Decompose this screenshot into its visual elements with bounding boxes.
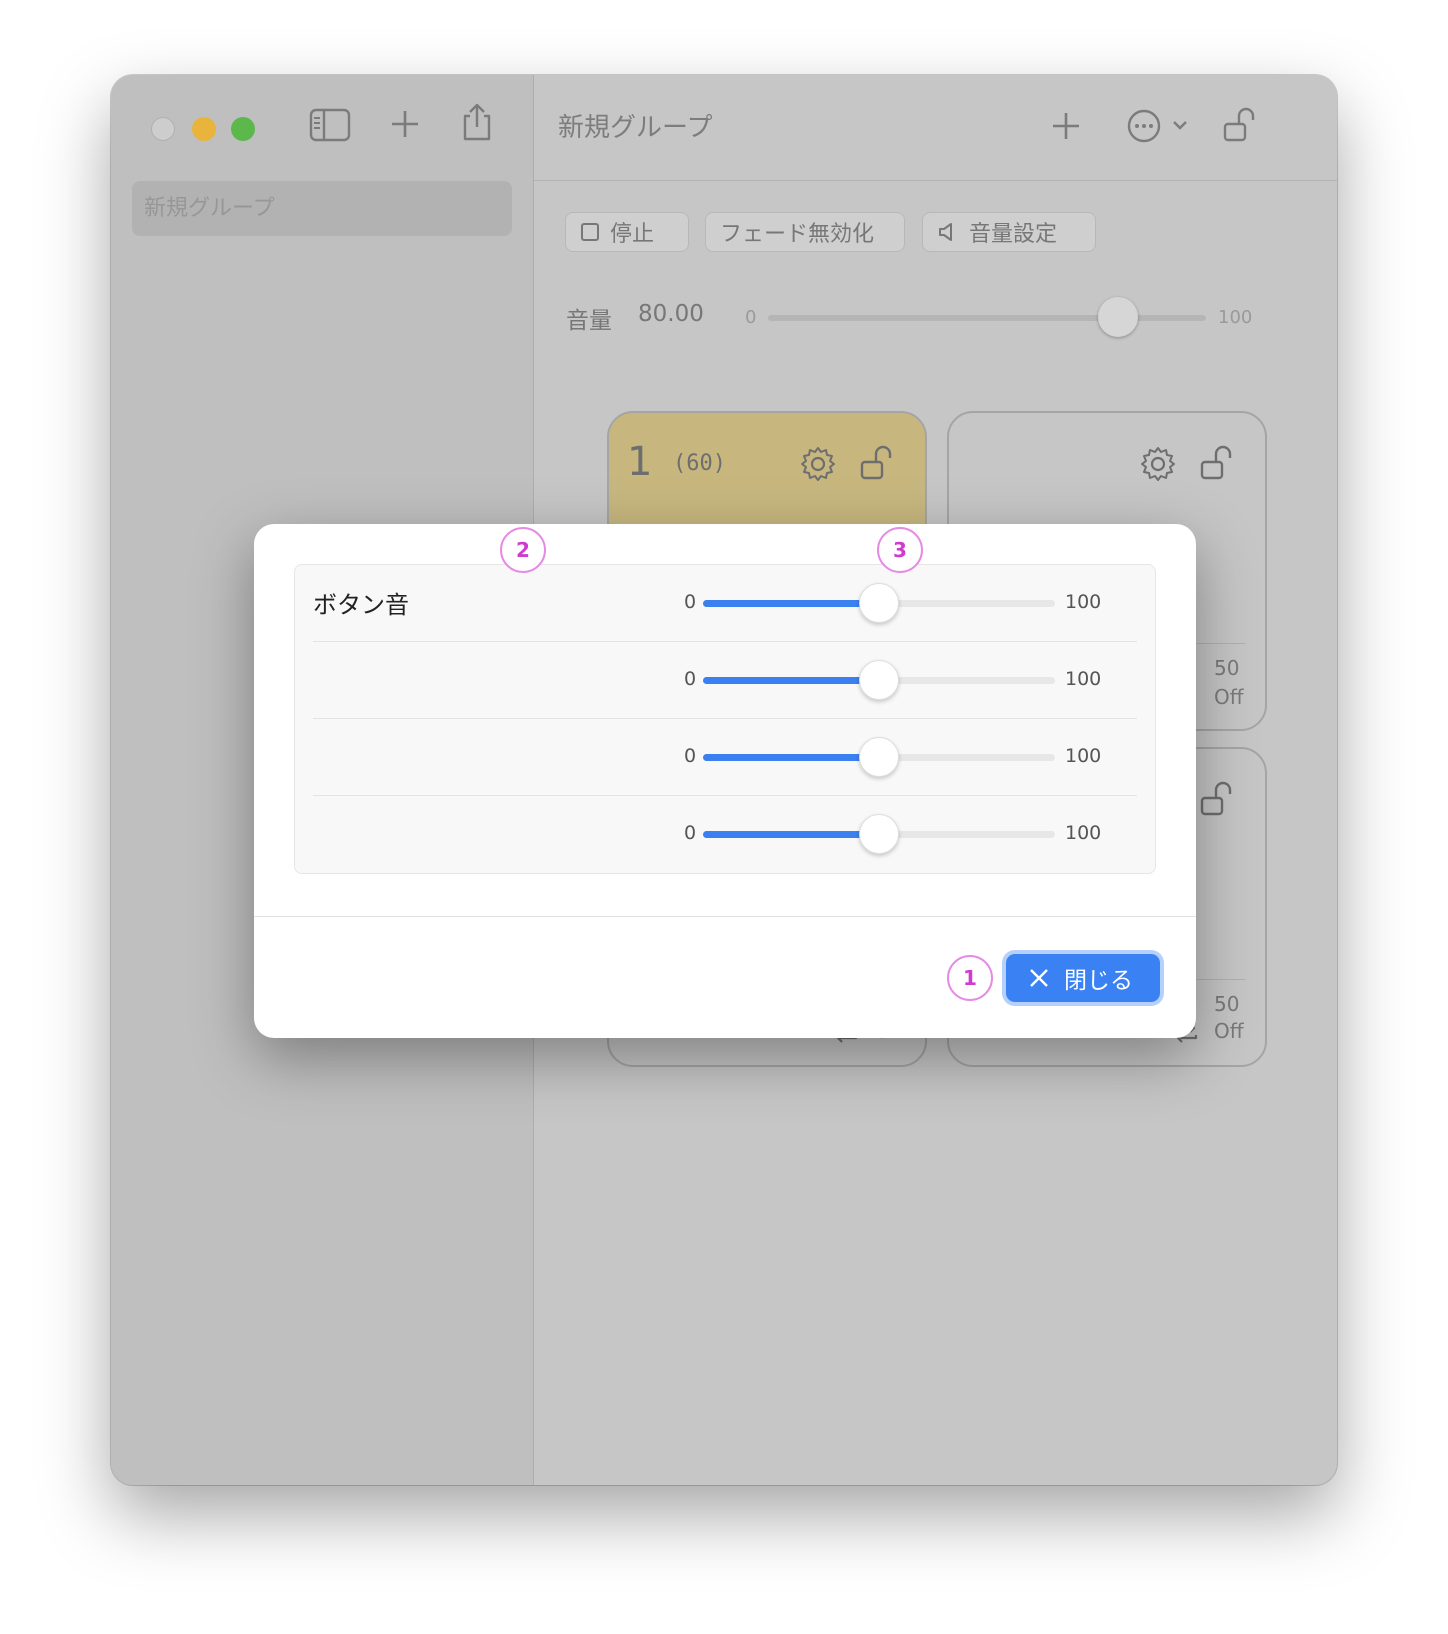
card-number: 1 (627, 439, 653, 485)
volume-settings-button[interactable]: 音量設定 (922, 212, 1096, 252)
slider-min-label: 0 (684, 591, 697, 613)
volume-min-label: 0 (745, 307, 757, 328)
card-value: 50 (1214, 656, 1240, 680)
slider-row: 0 100 (295, 719, 1155, 796)
annotation-badge: 2 (500, 527, 546, 573)
close-button-label: 閉じる (1064, 968, 1133, 994)
slider-max-label: 100 (1065, 822, 1102, 844)
sliders-panel: ボタン音 0 100 0 100 0 100 0 100 (294, 564, 1156, 874)
slider-track[interactable] (703, 583, 1055, 623)
unlock-icon[interactable] (1199, 443, 1239, 483)
chevron-down-icon[interactable] (1172, 120, 1188, 132)
add-item-icon[interactable] (1051, 111, 1081, 141)
slider-knob[interactable] (859, 660, 899, 700)
slider-track[interactable] (703, 737, 1055, 777)
speaker-icon (939, 223, 952, 241)
gear-icon[interactable] (1139, 445, 1177, 483)
fade-disable-button[interactable]: フェード無効化 (705, 212, 905, 252)
card-value: 50 (1214, 992, 1240, 1016)
volume-label: 音量 (566, 308, 612, 334)
slider-max-label: 100 (1065, 591, 1102, 613)
toolbar-divider (534, 180, 1337, 181)
fade-disable-label: フェード無効化 (720, 222, 875, 247)
window-zoom-button[interactable] (231, 117, 255, 141)
sheet-footer-divider (254, 916, 1196, 917)
annotation-badge: 3 (877, 527, 923, 573)
sound-volume-sheet: ボタン音 0 100 0 100 0 100 0 100 閉じる (254, 524, 1196, 1038)
slider-fill (703, 677, 879, 684)
window-minimize-button[interactable] (192, 117, 216, 141)
unlock-icon[interactable] (1222, 105, 1262, 145)
slider-fill (703, 831, 879, 838)
stop-icon (581, 223, 599, 241)
stop-button[interactable]: 停止 (565, 212, 689, 252)
sidebar-item-new-group[interactable]: 新規グループ (132, 181, 512, 236)
slider-min-label: 0 (684, 668, 697, 690)
slider-max-label: 100 (1065, 668, 1102, 690)
slider-knob[interactable] (859, 737, 899, 777)
slider-fill (703, 754, 879, 761)
card-sub-value: (60) (673, 451, 726, 476)
slider-row: 0 100 (295, 796, 1155, 873)
volume-max-label: 100 (1218, 307, 1253, 328)
slider-min-label: 0 (684, 822, 697, 844)
annotation-badge: 1 (947, 955, 993, 1001)
window-close-button[interactable] (151, 117, 175, 141)
slider-knob[interactable] (859, 583, 899, 623)
sidebar-toggle-icon[interactable] (309, 108, 351, 142)
add-icon[interactable] (390, 109, 420, 139)
slider-track[interactable] (703, 660, 1055, 700)
slider-max-label: 100 (1065, 745, 1102, 767)
volume-settings-label: 音量設定 (969, 222, 1058, 247)
volume-slider-knob[interactable] (1098, 297, 1139, 337)
slider-row: 0 100 (295, 642, 1155, 719)
slider-knob[interactable] (859, 814, 899, 854)
stop-button-label: 停止 (610, 222, 655, 247)
volume-value: 80.00 (638, 301, 704, 327)
gear-icon[interactable] (799, 445, 837, 483)
share-icon[interactable] (461, 102, 493, 142)
card-loop-state: Off (1214, 685, 1244, 709)
unlock-icon[interactable] (859, 443, 899, 483)
slider-min-label: 0 (684, 745, 697, 767)
volume-slider-track[interactable] (768, 315, 1206, 321)
slider-track[interactable] (703, 814, 1055, 854)
close-icon (1030, 969, 1048, 987)
close-button[interactable]: 閉じる (1006, 954, 1160, 1002)
more-options-icon[interactable] (1126, 108, 1162, 144)
card-loop-state: Off (1214, 1019, 1244, 1043)
page-title: 新規グループ (558, 113, 713, 143)
slider-fill (703, 600, 879, 607)
slider-row-label: ボタン音 (313, 591, 409, 619)
slider-row: ボタン音 0 100 (295, 565, 1155, 642)
unlock-icon[interactable] (1199, 779, 1239, 819)
